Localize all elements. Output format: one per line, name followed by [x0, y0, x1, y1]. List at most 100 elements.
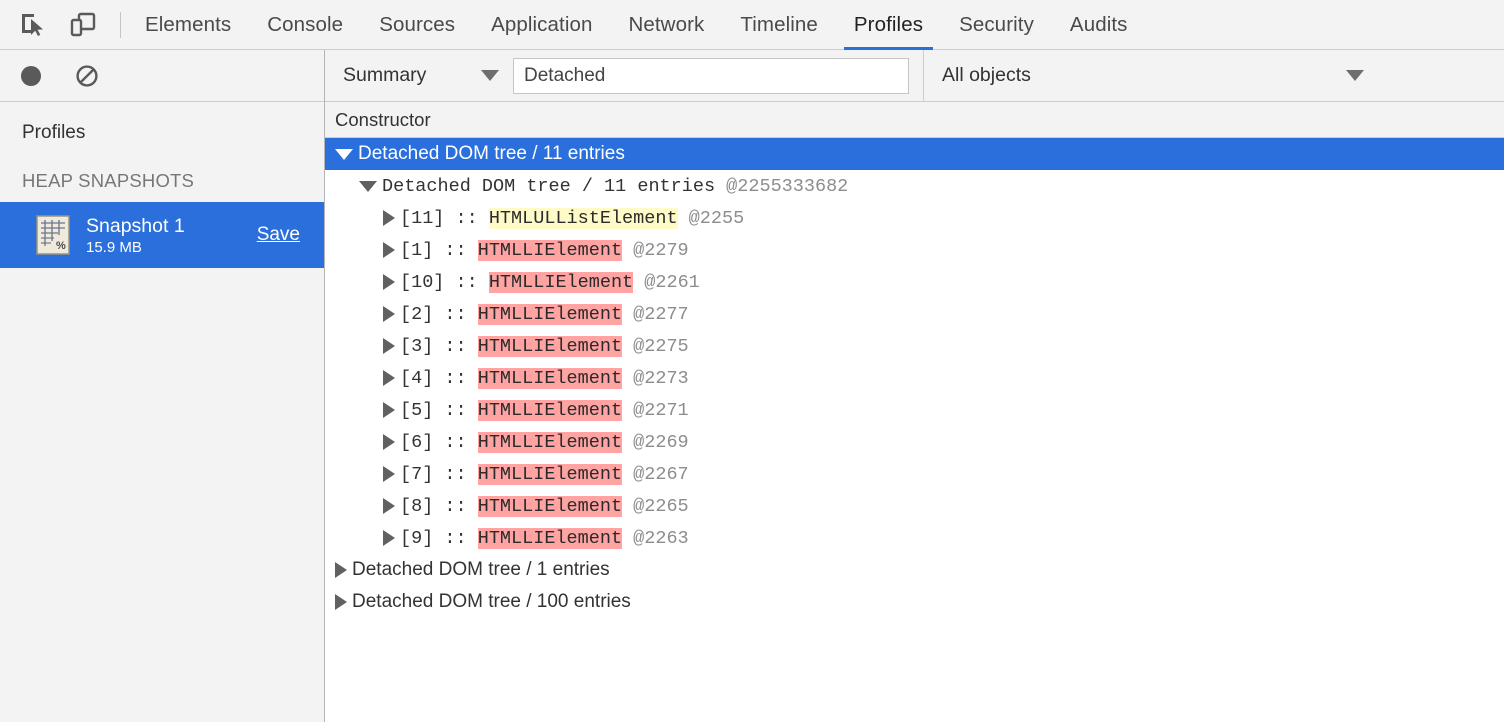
table-row[interactable]: [2] :: HTMLLIElement @2277 [325, 298, 1504, 330]
tab-label: Security [959, 13, 1034, 37]
table-row[interactable]: [3] :: HTMLLIElement @2275 [325, 330, 1504, 362]
row-segment: [2] :: [400, 304, 478, 325]
row-segment: HTMLLIElement [478, 528, 622, 549]
tab-application[interactable]: Application [473, 0, 610, 50]
chevron-down-icon[interactable] [335, 149, 353, 160]
table-row[interactable]: Detached DOM tree / 11 entries [325, 138, 1504, 170]
tab-label: Console [267, 13, 343, 37]
tab-label: Timeline [740, 13, 818, 37]
table-row[interactable]: [10] :: HTMLLIElement @2261 [325, 266, 1504, 298]
panel-tabs: Elements Console Sources Application Network… [127, 0, 1146, 50]
row-segment: HTMLLIElement [478, 400, 622, 421]
snapshot-save-link[interactable]: Save [257, 224, 306, 246]
row-segment: HTMLLIElement [478, 432, 622, 453]
row-segment: Detached DOM tree / 11 entries [358, 143, 625, 165]
row-segment: Detached DOM tree / 1 entries [352, 559, 610, 581]
table-row[interactable]: [1] :: HTMLLIElement @2279 [325, 234, 1504, 266]
chevron-down-icon[interactable] [359, 181, 377, 192]
row-segment: @2255333682 [726, 176, 848, 197]
chevron-right-icon[interactable] [383, 274, 395, 290]
chevron-right-icon[interactable] [383, 466, 395, 482]
row-segment: HTMLLIElement [478, 496, 622, 517]
tab-label: Sources [379, 13, 455, 37]
tab-elements[interactable]: Elements [127, 0, 249, 50]
heap-snapshot-icon: % [36, 215, 70, 255]
class-filter-value: All objects [942, 64, 1328, 87]
search-input[interactable]: Detached [513, 58, 909, 94]
tabbar-tool-icons [0, 10, 98, 40]
row-segment: HTMLULListElement [489, 208, 678, 229]
record-dot-glyph [21, 66, 41, 86]
grid-column-header: Constructor [325, 102, 1504, 138]
chevron-right-icon[interactable] [383, 242, 395, 258]
devtools-window: Elements Console Sources Application Network… [0, 0, 1504, 722]
chevron-right-icon[interactable] [335, 562, 347, 578]
tab-label: Profiles [854, 13, 923, 37]
view-select-value: Summary [343, 64, 463, 87]
tab-label: Network [628, 13, 704, 37]
view-select-summary[interactable]: Summary [325, 50, 513, 101]
chevron-right-icon[interactable] [383, 306, 395, 322]
sidebar-toolbar [0, 50, 324, 102]
tab-security[interactable]: Security [941, 0, 1052, 50]
table-row[interactable]: Detached DOM tree / 11 entries @22553336… [325, 170, 1504, 202]
sidebar-item-snapshot-1[interactable]: % Snapshot 1 15.9 MB Save [0, 202, 324, 268]
row-segment: @2267 [622, 464, 689, 485]
device-toolbar-glyph [70, 12, 96, 38]
chevron-right-icon[interactable] [383, 338, 395, 354]
row-segment: @2273 [622, 368, 689, 389]
chevron-right-icon[interactable] [383, 370, 395, 386]
row-segment: Detached DOM tree / 11 entries [382, 176, 726, 197]
row-segment: [3] :: [400, 336, 478, 357]
device-toolbar-icon[interactable] [68, 10, 98, 40]
table-row[interactable]: Detached DOM tree / 100 entries [325, 586, 1504, 618]
record-circle-icon[interactable] [16, 61, 46, 91]
table-row[interactable]: [8] :: HTMLLIElement @2265 [325, 490, 1504, 522]
row-segment: @2263 [622, 528, 689, 549]
sidebar-section-heap-snapshots: HEAP SNAPSHOTS [0, 144, 324, 202]
table-row[interactable]: [5] :: HTMLLIElement @2271 [325, 394, 1504, 426]
row-segment: HTMLLIElement [478, 304, 622, 325]
table-row[interactable]: [6] :: HTMLLIElement @2269 [325, 426, 1504, 458]
chevron-right-icon[interactable] [383, 498, 395, 514]
row-segment: @2269 [622, 432, 689, 453]
row-segment: @2255 [678, 208, 745, 229]
chevron-right-icon[interactable] [383, 210, 395, 226]
constructor-tree-grid[interactable]: Detached DOM tree / 11 entriesDetached D… [325, 138, 1504, 722]
row-segment: @2271 [622, 400, 689, 421]
search-input-value: Detached [524, 65, 605, 87]
tab-label: Application [491, 13, 592, 37]
tab-console[interactable]: Console [249, 0, 361, 50]
tab-audits[interactable]: Audits [1052, 0, 1146, 50]
table-row[interactable]: Detached DOM tree / 1 entries [325, 554, 1504, 586]
class-filter-select[interactable]: All objects [923, 50, 1504, 101]
chevron-right-icon[interactable] [383, 530, 395, 546]
row-segment: @2261 [633, 272, 700, 293]
clear-no-entry-icon[interactable] [72, 61, 102, 91]
row-segment: @2279 [622, 240, 689, 261]
svg-text:%: % [56, 240, 66, 252]
table-row[interactable]: [11] :: HTMLULListElement @2255 [325, 202, 1504, 234]
chevron-down-icon [1346, 70, 1364, 81]
row-segment: HTMLLIElement [478, 240, 622, 261]
row-segment: [10] :: [400, 272, 489, 293]
table-row[interactable]: [7] :: HTMLLIElement @2267 [325, 458, 1504, 490]
table-row[interactable]: [4] :: HTMLLIElement @2273 [325, 362, 1504, 394]
devtools-tabbar: Elements Console Sources Application Network… [0, 0, 1504, 50]
tab-sources[interactable]: Sources [361, 0, 473, 50]
row-segment: [9] :: [400, 528, 478, 549]
tab-profiles[interactable]: Profiles [836, 0, 941, 50]
tab-timeline[interactable]: Timeline [722, 0, 836, 50]
sidebar-empty-area [0, 268, 324, 722]
chevron-down-icon [481, 70, 499, 81]
chevron-right-icon[interactable] [335, 594, 347, 610]
chevron-right-icon[interactable] [383, 402, 395, 418]
tab-network[interactable]: Network [610, 0, 722, 50]
inspect-element-icon[interactable] [18, 10, 48, 40]
row-segment: HTMLLIElement [478, 336, 622, 357]
chevron-right-icon[interactable] [383, 434, 395, 450]
table-row[interactable]: [9] :: HTMLLIElement @2263 [325, 522, 1504, 554]
row-segment: @2275 [622, 336, 689, 357]
clear-no-entry-glyph [75, 64, 99, 88]
row-segment: HTMLLIElement [478, 368, 622, 389]
